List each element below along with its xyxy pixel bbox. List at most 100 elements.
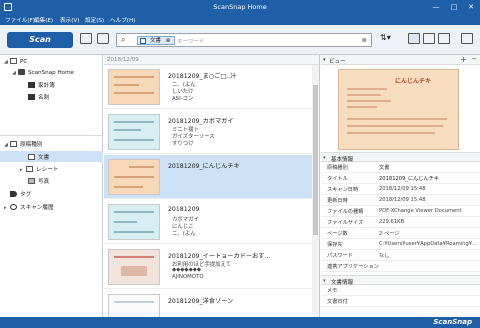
menu-bar: ファイル(F) 編集(E) 表示(V) 設定(S) ヘルプ(H) [0, 14, 480, 25]
zoom-out-icon[interactable]: − [471, 55, 477, 63]
list-item[interactable]: 20181209_カボマガイ ミニト揚卜 ガイズターソース すりつけ [104, 110, 312, 154]
tree-doc-types[interactable]: ◢ 原稿種別 [4, 140, 42, 148]
maximize-button[interactable]: □ [446, 0, 462, 14]
property-row: タイトル 20181209_にんじんチキ [321, 173, 480, 184]
property-label: 文書日付 [327, 299, 348, 305]
property-row: パスワード なし [321, 250, 480, 261]
minimize-button[interactable]: — [428, 0, 444, 14]
zoom-in-icon[interactable]: + [460, 55, 467, 64]
collapse-icon[interactable]: ▾ [323, 155, 326, 161]
computer-icon [10, 58, 17, 64]
menu-file[interactable]: ファイル(F) [5, 16, 35, 24]
scrollbar-thumb[interactable] [313, 85, 318, 235]
search-tag-chip[interactable]: 文書 ⊗ [137, 36, 176, 45]
item-text-line: AJINOMOTO [172, 274, 204, 280]
title-bar: ScanSnap Home — □ ✕ [0, 0, 480, 14]
folder-icon [28, 82, 35, 88]
list-item[interactable]: 20181209_イートョーカドーおす… お利用のほど手提加えて ◆◆◆◆◆◆◆… [104, 245, 312, 289]
list-scrollbar[interactable] [312, 65, 319, 317]
property-label: ファイルサイズ [327, 220, 364, 226]
detail-view-icon[interactable] [438, 33, 450, 44]
toolbar: Scan ⌕ 文書 ⊗ キーワード ⊗ ⇅▾ [0, 25, 480, 55]
tree-tags[interactable]: タグ [4, 190, 31, 198]
photo-icon [28, 178, 35, 184]
navigation-pane: ◢ PC ◢ ScanSnap Home 家計簿 名刺 ◢ 原稿種別 文書 ▸ レシート… [0, 55, 103, 317]
property-value: なし [379, 253, 390, 259]
tree-pc[interactable]: ◢ PC [4, 58, 27, 65]
list-item-selected[interactable]: 20181209_にんじんチキ [104, 155, 312, 199]
property-label: パスワード [327, 253, 353, 259]
tree-doc-types-label: 原稿種別 [20, 142, 43, 148]
property-value[interactable]: 文書 [379, 164, 479, 171]
tree-tags-label: タグ [20, 192, 32, 198]
menu-view[interactable]: 表示(V) [60, 16, 79, 24]
menu-settings[interactable]: 設定(S) [85, 16, 104, 24]
close-button[interactable]: ✕ [463, 0, 479, 14]
property-row: 更新日時 2018/12/09 15:48 [321, 195, 480, 206]
property-value: 229.61KB [379, 219, 405, 225]
property-value: PDF-XChange Viewer Document [379, 208, 462, 214]
tree-scan-history[interactable]: ▸ スキャン履歴 [4, 203, 54, 211]
tag-icon [10, 191, 17, 197]
tree-doc-type-receipt[interactable]: ▸ レシート [20, 165, 58, 173]
document-preview[interactable]: にんじんチキ [338, 69, 459, 150]
property-row: 文書日付 [321, 296, 480, 307]
tag-remove-icon[interactable]: ⊗ [166, 38, 171, 44]
property-label: 更新日時 [327, 198, 348, 204]
preview-title: にんじんチキ [395, 78, 432, 85]
property-row: 原稿種別 文書 [321, 162, 480, 173]
item-title: 20181209 [168, 206, 200, 213]
panel-toggle-icon[interactable] [461, 33, 473, 44]
scan-button[interactable]: Scan [7, 32, 73, 48]
folder-icon [28, 94, 35, 100]
item-title: 20181209_カボマガイ [168, 118, 234, 125]
list-view-icon[interactable] [408, 33, 420, 44]
date-group-header: 2018/12/09 [104, 55, 319, 65]
menu-edit[interactable]: 編集(E) [34, 16, 53, 24]
window-title: ScanSnap Home [213, 3, 267, 11]
basic-info-section[interactable]: ▾ 基本情報 [321, 152, 480, 163]
search-icon[interactable]: ⌕ [121, 35, 125, 45]
tree-folder-kakeibo[interactable]: 家計簿 [28, 81, 55, 89]
viewer-header-label: ビュー [329, 59, 346, 65]
item-title: 20181209_ま○ご□..汁 [168, 73, 237, 80]
tree-doc-type-photo[interactable]: 写真 [28, 177, 49, 185]
tree-doc-type-document[interactable]: 文書 [28, 153, 49, 161]
tree-scansnap-home[interactable]: ◢ ScanSnap Home [12, 69, 74, 76]
home-icon [18, 69, 25, 75]
property-row: ファイルの種類 PDF-XChange Viewer Document [321, 206, 480, 217]
menu-help[interactable]: ヘルプ(H) [110, 16, 135, 24]
grid-view-icon[interactable] [423, 33, 435, 44]
item-title: 20181209_洋食ゾーン [168, 298, 234, 305]
document-thumbnail [108, 204, 160, 240]
collapse-icon[interactable]: ▾ [323, 278, 326, 284]
list-item[interactable]: 20181209_洋食ゾーン [104, 290, 312, 317]
document-thumbnail [108, 294, 160, 317]
list-item[interactable]: 20181209_ま○ご□..汁 ニ、(よん しいたけ ASI-コン [104, 65, 312, 109]
property-value: 2018/12/09 15:48 [379, 186, 426, 192]
selected-row-highlight [0, 151, 103, 162]
detail-pane: ▾ ビュー + − にんじんチキ ▾ 基本情報 原稿種別 文書 タイトル 20181… [321, 55, 480, 317]
document-info-section[interactable]: ▾ 文書情報 [321, 275, 480, 286]
tree-folder-meishi[interactable]: 名刺 [28, 93, 49, 101]
tree-pc-label: PC [20, 59, 28, 65]
property-label: ページ数 [327, 231, 348, 237]
brand-logo: ScanSnap [433, 318, 472, 326]
document-icon [28, 154, 35, 160]
clear-search-icon[interactable]: ⊗ [362, 36, 367, 44]
search-tag-label: 文書 [150, 38, 162, 44]
property-label: 連携アプリケーション [327, 264, 379, 270]
property-value: 2018/12/09 15:48 [379, 197, 426, 203]
sort-icon[interactable]: ⇅▾ [380, 33, 396, 44]
list-item[interactable]: 20181209 カボマガイ にんじこ ニ、(よん [104, 200, 312, 244]
property-label: スキャン日時 [327, 187, 359, 193]
collapse-icon[interactable]: ▾ [323, 57, 326, 63]
property-row: 保存先 C:¥Users¥user¥AppData¥Roaming¥... [321, 239, 480, 250]
status-bar: ScanSnap [0, 317, 480, 328]
history-icon [10, 204, 17, 210]
search-box[interactable]: ⌕ 文書 ⊗ キーワード ⊗ [116, 33, 372, 47]
document-thumbnail [108, 249, 160, 285]
scanner-icon[interactable] [80, 33, 92, 44]
property-value[interactable]: 20181209_にんじんチキ [379, 175, 479, 182]
image-icon[interactable] [97, 33, 109, 44]
